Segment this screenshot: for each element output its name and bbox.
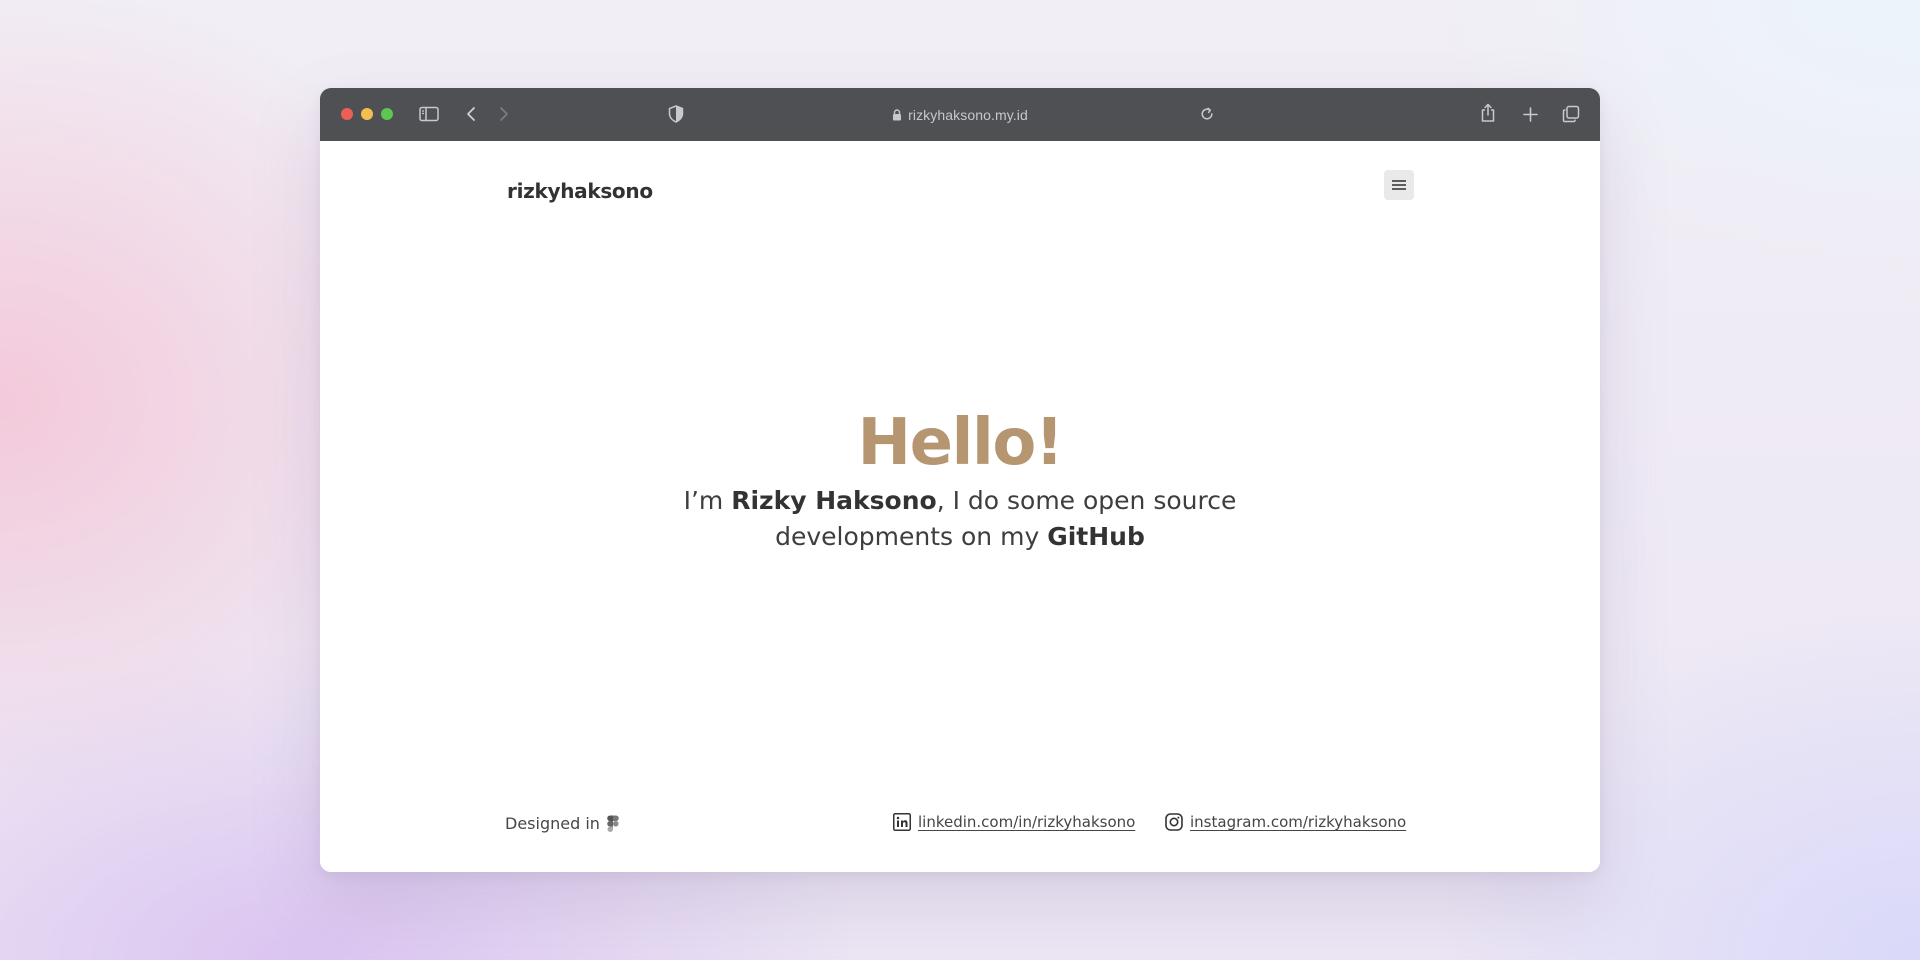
linkedin-link-group: linkedin.com/in/rizkyhaksono — [893, 813, 1135, 831]
url-text: rizkyhaksono.my.id — [908, 107, 1028, 123]
tabs-overview-icon[interactable] — [1560, 104, 1582, 124]
hero-intro: I’m Rizky Haksono, I do some open source… — [680, 483, 1240, 555]
close-window-button[interactable] — [341, 108, 353, 120]
linkedin-link[interactable]: linkedin.com/in/rizkyhaksono — [918, 813, 1135, 831]
instagram-link[interactable]: instagram.com/rizkyhaksono — [1190, 813, 1406, 831]
browser-window: rizkyhaksono.my.id rizkyhaksono Hello! I… — [320, 88, 1600, 872]
intro-prefix: I’m — [683, 486, 732, 515]
web-page: rizkyhaksono Hello! I’m Rizky Haksono, I… — [320, 141, 1600, 872]
designed-in-label: Designed in — [505, 814, 600, 833]
browser-toolbar: rizkyhaksono.my.id — [320, 88, 1600, 141]
designed-in-credit: Designed in — [505, 814, 619, 833]
zoom-window-button[interactable] — [381, 108, 393, 120]
instagram-link-group: instagram.com/rizkyhaksono — [1165, 813, 1406, 831]
new-tab-icon[interactable] — [1520, 104, 1540, 124]
back-icon[interactable] — [462, 104, 480, 124]
address-bar[interactable]: rizkyhaksono.my.id — [800, 102, 1120, 128]
github-link[interactable]: GitHub — [1047, 522, 1145, 551]
linkedin-icon — [893, 813, 911, 831]
instagram-icon — [1165, 813, 1183, 831]
hero-title: Hello! — [857, 406, 1065, 480]
hero-section: Hello! I’m Rizky Haksono, I do some open… — [320, 403, 1600, 555]
privacy-shield-icon[interactable] — [666, 104, 686, 124]
hamburger-menu-icon — [1391, 179, 1407, 191]
sidebar-icon[interactable] — [418, 104, 440, 124]
share-icon[interactable] — [1478, 102, 1498, 124]
lock-icon — [892, 109, 902, 121]
site-logo[interactable]: rizkyhaksono — [507, 179, 653, 203]
figma-icon — [607, 815, 619, 833]
reload-icon[interactable] — [1197, 104, 1217, 124]
hamburger-menu-button[interactable] — [1384, 170, 1414, 200]
forward-icon[interactable] — [495, 104, 513, 124]
minimize-window-button[interactable] — [361, 108, 373, 120]
author-name: Rizky Haksono — [731, 486, 937, 515]
